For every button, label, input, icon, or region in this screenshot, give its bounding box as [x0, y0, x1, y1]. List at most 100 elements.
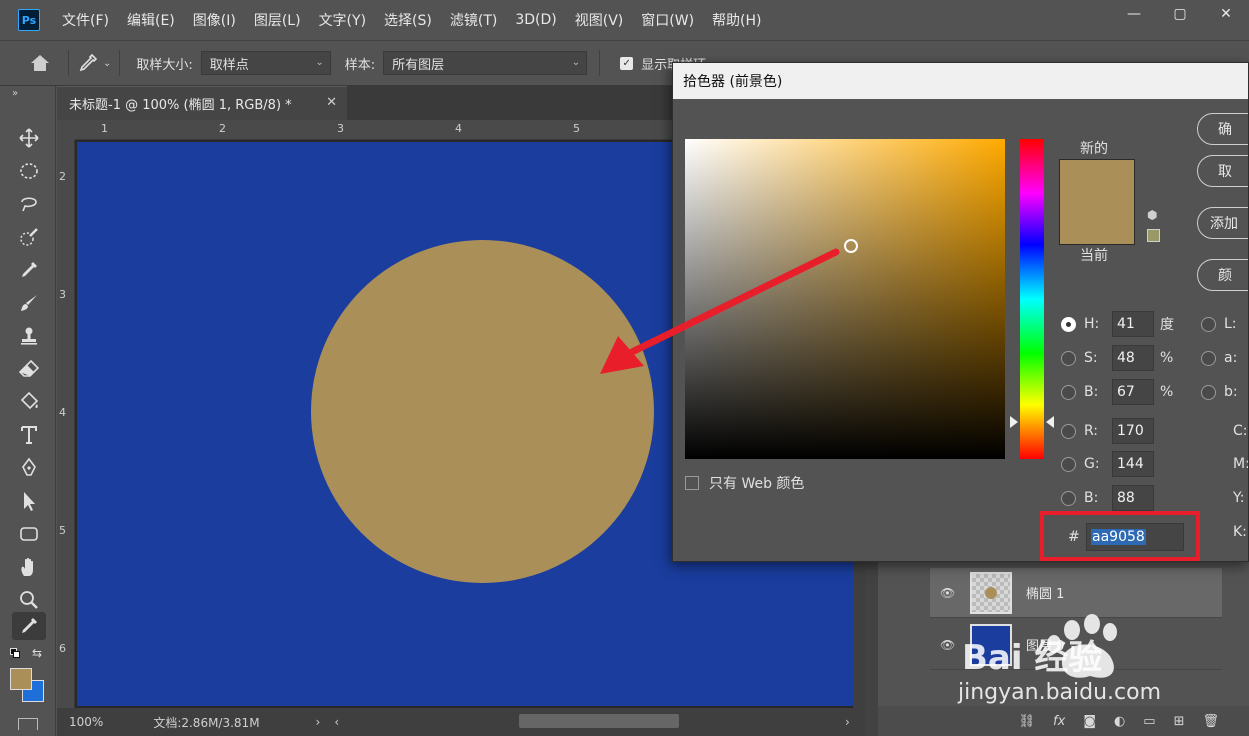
shape-tool-icon[interactable] — [12, 520, 46, 548]
ellipse-shape[interactable] — [311, 240, 654, 583]
ruler-tick-label: 1 — [101, 122, 108, 135]
menu-bar: Ps 文件(F) 编辑(E) 图像(I) 图层(L) 文字(Y) 选择(S) 滤… — [0, 0, 1249, 40]
saturation-input[interactable]: 48 — [1112, 345, 1154, 371]
color-libraries-button[interactable]: 颜 — [1197, 259, 1248, 291]
green-radio[interactable] — [1061, 456, 1076, 472]
brightness-field-row: B: 67 % — [1061, 379, 1173, 405]
red-input[interactable]: 170 — [1112, 418, 1154, 444]
sample-select[interactable]: 所有图层 ⌄ — [383, 51, 588, 75]
chevron-down-icon: ⌄ — [315, 57, 324, 68]
quick-mask-icon[interactable] — [18, 718, 38, 730]
default-colors-icon[interactable] — [10, 648, 20, 658]
blue-input[interactable]: 88 — [1112, 485, 1154, 511]
lab-b-radio[interactable] — [1201, 384, 1216, 400]
ruler-tick-label: 4 — [455, 122, 462, 135]
marquee-tool-icon[interactable] — [12, 157, 46, 185]
hex-input[interactable]: aa9058 — [1086, 523, 1184, 551]
expand-panel-icon[interactable]: » — [12, 88, 18, 99]
menu-file[interactable]: 文件(F) — [62, 10, 109, 30]
ruler-tick-label: 3 — [337, 122, 344, 135]
panel-strip — [865, 562, 878, 736]
hue-slider-handle-left[interactable] — [1010, 416, 1018, 428]
eyedropper-preset-icon[interactable]: ⌄ — [77, 52, 111, 74]
document-tab[interactable]: 未标题-1 @ 100% (椭圆 1, RGB/8) * ✕ — [57, 86, 347, 120]
hand-tool-icon[interactable] — [12, 553, 46, 581]
chevron-left-icon[interactable]: ‹ — [334, 715, 339, 729]
lab-l-radio[interactable] — [1201, 316, 1216, 332]
pen-tool-icon[interactable] — [12, 454, 46, 482]
status-bar: 100% 文档:2.86M/3.81M › ‹ › — [57, 708, 865, 736]
saturation-field-row: S: 48 % — [1061, 345, 1173, 371]
stamp-tool-icon[interactable] — [12, 322, 46, 350]
menu-filter[interactable]: 滤镜(T) — [450, 10, 497, 30]
horizontal-scrollbar[interactable] — [519, 714, 679, 728]
close-button[interactable]: ✕ — [1203, 0, 1249, 28]
color-marker[interactable] — [844, 239, 858, 253]
hue-slider-handle-right[interactable] — [1046, 416, 1054, 428]
zoom-tool-icon[interactable] — [12, 586, 46, 614]
sample-size-select[interactable]: 取样点 ⌄ — [200, 51, 331, 75]
green-input[interactable]: 144 — [1112, 451, 1154, 477]
brush-tool-icon[interactable] — [12, 289, 46, 317]
menu-3d[interactable]: 3D(D) — [515, 12, 556, 28]
saturation-radio[interactable] — [1061, 350, 1076, 366]
path-selection-tool-icon[interactable] — [12, 487, 46, 515]
eye-icon[interactable]: 👁 — [940, 586, 955, 600]
saturation-brightness-field[interactable] — [685, 139, 1005, 459]
chevron-right-icon[interactable]: › — [845, 715, 850, 729]
web-only-checkbox[interactable] — [685, 476, 699, 490]
lab-a-radio[interactable] — [1201, 350, 1216, 366]
cancel-button[interactable]: 取 — [1197, 155, 1248, 187]
quick-selection-tool-icon[interactable] — [12, 223, 46, 251]
menu-layer[interactable]: 图层(L) — [254, 10, 301, 30]
blue-radio[interactable] — [1061, 490, 1076, 506]
lasso-tool-icon[interactable] — [12, 190, 46, 218]
lab-a-label: a: — [1224, 350, 1238, 366]
maximize-button[interactable]: ▢ — [1157, 0, 1203, 28]
red-field-row: R: 170 — [1061, 418, 1154, 444]
web-safe-swatch[interactable] — [1147, 229, 1160, 242]
brightness-radio[interactable] — [1061, 384, 1076, 400]
brightness-input[interactable]: 67 — [1112, 379, 1154, 405]
ruler-tick-label: 6 — [59, 642, 66, 655]
eraser-tool-icon[interactable] — [12, 355, 46, 383]
ruler-tick-label: 2 — [59, 170, 66, 183]
foreground-color-swatch[interactable] — [10, 668, 32, 690]
ruler-horizontal: 1 2 3 4 5 — [75, 120, 675, 140]
divider — [68, 50, 69, 76]
divider — [119, 50, 121, 76]
web-only-checkbox-row[interactable]: 只有 Web 颜色 — [685, 473, 804, 493]
menu-edit[interactable]: 编辑(E) — [127, 10, 175, 30]
chevron-right-icon[interactable]: › — [316, 715, 321, 729]
gamut-cube-icon[interactable]: ⬢ — [1147, 208, 1157, 222]
menu-type[interactable]: 文字(Y) — [319, 10, 366, 30]
type-tool-icon[interactable] — [12, 421, 46, 449]
add-to-swatches-button[interactable]: 添加 — [1197, 207, 1248, 239]
menu-image[interactable]: 图像(I) — [193, 10, 236, 30]
lab-b-row: b: — [1201, 379, 1238, 405]
menu-help[interactable]: 帮助(H) — [712, 10, 761, 30]
swap-colors-icon[interactable]: ⇆ — [32, 646, 42, 660]
hex-value-selected: aa9058 — [1091, 529, 1146, 545]
move-tool-icon[interactable] — [12, 124, 46, 152]
red-radio[interactable] — [1061, 423, 1076, 439]
eyedropper-tool-icon[interactable] — [12, 256, 46, 284]
document-info: 文档:2.86M/3.81M — [153, 715, 260, 730]
document-tab-title: 未标题-1 @ 100% (椭圆 1, RGB/8) * — [69, 98, 292, 113]
home-icon[interactable] — [20, 48, 60, 78]
menu-select[interactable]: 选择(S) — [384, 10, 432, 30]
minimize-button[interactable]: — — [1111, 0, 1157, 28]
menu-window[interactable]: 窗口(W) — [641, 10, 694, 30]
menu-view[interactable]: 视图(V) — [575, 10, 624, 30]
zoom-level[interactable]: 100% — [69, 715, 103, 729]
hue-radio[interactable] — [1061, 316, 1076, 332]
ok-button[interactable]: 确 — [1197, 113, 1248, 145]
paint-bucket-tool-icon[interactable] — [12, 388, 46, 416]
hue-input[interactable]: 41 — [1112, 311, 1154, 337]
close-icon[interactable]: ✕ — [326, 95, 337, 110]
eye-icon[interactable]: 👁 — [940, 638, 955, 652]
show-ring-checkbox[interactable]: ✓ — [620, 56, 634, 70]
chevron-down-icon: ⌄ — [103, 57, 112, 69]
eyedropper-active-tool-icon[interactable] — [12, 612, 46, 640]
hue-slider[interactable] — [1020, 139, 1044, 459]
